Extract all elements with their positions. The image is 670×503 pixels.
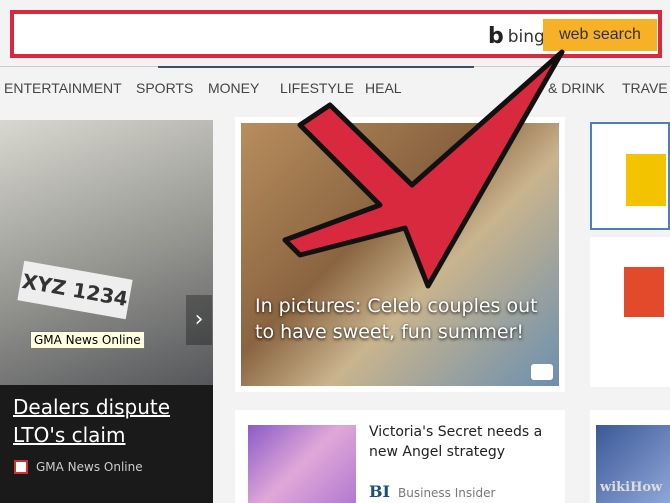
watermark: wikiHow <box>600 480 663 495</box>
red-arrow-icon <box>282 49 565 289</box>
